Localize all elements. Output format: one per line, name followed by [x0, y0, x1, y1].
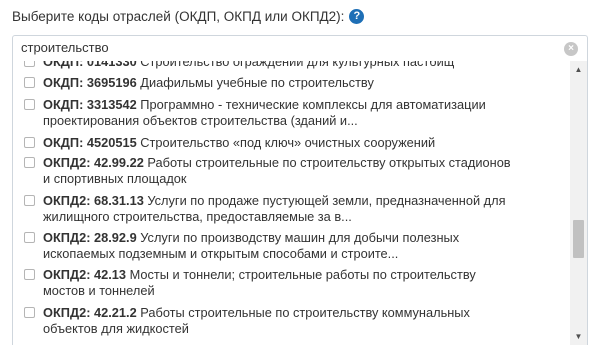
list-item[interactable]: ОКДП: 3695196 Диафильмы учебные по строи…: [13, 75, 569, 91]
item-code: ОКПД2: 28.92.9: [43, 230, 137, 245]
help-icon[interactable]: ?: [349, 8, 365, 24]
list-item[interactable]: ОКДП: 4520515 Строительство «под ключ» о…: [13, 135, 569, 151]
checkbox[interactable]: [24, 232, 35, 243]
checkbox[interactable]: [24, 195, 35, 206]
list-item[interactable]: ОКПД2: 42.13 Мосты и тоннели; строительн…: [13, 267, 569, 299]
search-input[interactable]: [21, 36, 561, 60]
field-label: Выберите коды отраслей (ОКДП, ОКПД или О…: [12, 8, 345, 24]
results-list: ОКДП: 0141330 Строительство ограждений д…: [13, 61, 569, 337]
clear-icon[interactable]: ×: [564, 42, 578, 56]
item-code: ОКПД2: 42.21.2: [43, 305, 137, 320]
list-item[interactable]: ОКДП: 3313542 Программно - технические к…: [13, 97, 569, 129]
field-label-row: Выберите коды отраслей (ОКДП, ОКПД или О…: [12, 6, 365, 26]
item-description-cont: жилищного строительства, предоставляемые…: [43, 209, 352, 224]
checkbox[interactable]: [24, 269, 35, 280]
item-description: Работы строительные по строительству отк…: [147, 155, 511, 170]
item-description-cont: ископаемых подземным и открытым способам…: [43, 246, 399, 261]
checkbox[interactable]: [24, 61, 35, 67]
item-description: Диафильмы учебные по строительству: [140, 75, 374, 90]
search-box: ×: [12, 35, 588, 61]
list-item[interactable]: ОКПД2: 28.92.9 Услуги по производству ма…: [13, 230, 569, 262]
item-code: ОКПД2: 68.31.13: [43, 193, 144, 208]
item-description-cont: проектирования объектов строительства (з…: [43, 113, 358, 128]
item-description: Мосты и тоннели; строительные работы по …: [129, 267, 476, 282]
checkbox[interactable]: [24, 99, 35, 110]
item-description-cont: мостов и тоннелей: [43, 283, 155, 298]
list-item[interactable]: ОКДП: 0141330 Строительство ограждений д…: [13, 61, 569, 70]
item-description-cont: и спортивных площадок: [43, 171, 187, 186]
scrollbar[interactable]: ▲ ▼: [570, 61, 587, 345]
item-description: Услуги по производству машин для добычи …: [140, 230, 460, 245]
item-description: Программно - технические комплексы для а…: [140, 97, 486, 112]
item-code: ОКДП: 4520515: [43, 135, 137, 150]
item-code: ОКПД2: 42.13: [43, 267, 127, 282]
checkbox[interactable]: [24, 137, 35, 148]
item-code: ОКПД2: 42.99.22: [43, 155, 144, 170]
scroll-down-arrow-icon[interactable]: ▼: [570, 328, 587, 345]
list-item[interactable]: ОКПД2: 68.31.13 Услуги по продаже пустую…: [13, 193, 569, 225]
item-description: Строительство ограждений для культурных …: [140, 61, 455, 69]
checkbox[interactable]: [24, 307, 35, 318]
list-item[interactable]: ОКПД2: 42.99.22 Работы строительные по с…: [13, 155, 569, 187]
checkbox[interactable]: [24, 77, 35, 88]
list-item[interactable]: ОКПД2: 42.21.2 Работы строительные по ст…: [13, 305, 569, 337]
scroll-up-arrow-icon[interactable]: ▲: [570, 61, 587, 78]
item-description: Работы строительные по строительству ком…: [140, 305, 470, 320]
item-description-cont: объектов для жидкостей: [43, 321, 189, 336]
item-code: ОКДП: 3695196: [43, 75, 137, 90]
item-code: ОКДП: 0141330: [43, 61, 137, 69]
results-list-panel: ОКДП: 0141330 Строительство ограждений д…: [12, 61, 588, 345]
item-description: Услуги по продаже пустующей земли, предн…: [147, 193, 506, 208]
checkbox[interactable]: [24, 157, 35, 168]
item-description: Строительство «под ключ» очистных сооруж…: [140, 135, 436, 150]
item-code: ОКДП: 3313542: [43, 97, 137, 112]
scrollbar-thumb[interactable]: [573, 220, 584, 258]
